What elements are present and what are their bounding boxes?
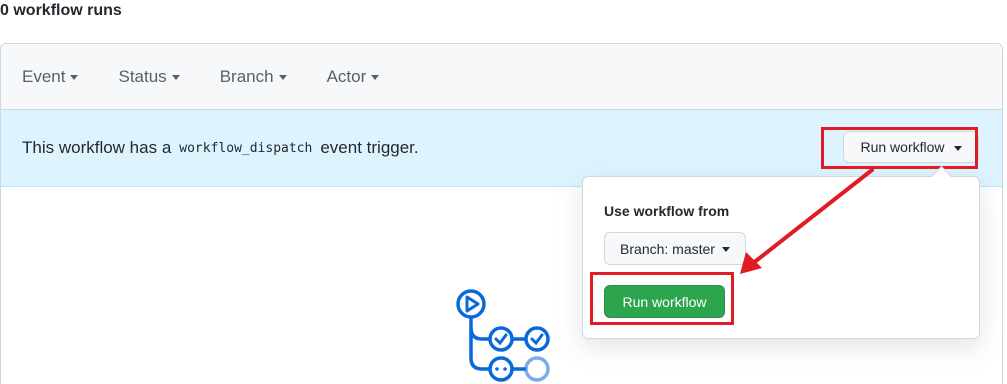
triangle-down-icon: [721, 247, 730, 252]
triangle-down-icon: [171, 75, 180, 80]
filter-actor[interactable]: Actor: [327, 67, 380, 87]
filter-status-label: Status: [118, 66, 167, 86]
dispatch-message: This workflow has a workflow_dispatch ev…: [22, 138, 419, 158]
filter-bar: Event Status Branch Actor: [1, 44, 1002, 110]
use-workflow-from-label: Use workflow from: [604, 203, 730, 219]
branch-select-button[interactable]: Branch: master: [604, 232, 746, 265]
triangle-down-icon: [70, 75, 79, 80]
filter-branch-label: Branch: [219, 66, 274, 86]
actions-page: 0 workflow runs Event Status Branch Acto…: [0, 0, 1007, 384]
filter-actor-label: Actor: [326, 66, 367, 86]
triangle-down-icon: [278, 75, 287, 80]
triangle-down-icon: [371, 75, 380, 80]
workflow-runs-count: 0 workflow runs: [0, 2, 122, 19]
filter-event[interactable]: Event: [22, 66, 79, 87]
dispatch-text-before: This workflow has a: [22, 138, 172, 157]
filter-event-label: Event: [22, 66, 66, 86]
dispatch-event-code: workflow_dispatch: [179, 140, 313, 156]
branch-select-label: Branch: master: [620, 240, 715, 257]
annotation-highlight-submit-button: [590, 272, 734, 325]
dispatch-text-after: event trigger.: [320, 138, 419, 157]
filter-branch[interactable]: Branch: [220, 67, 287, 87]
annotation-highlight-run-button: [821, 127, 978, 169]
filter-status[interactable]: Status: [118, 66, 180, 87]
actions-workflow-icon: [456, 289, 550, 382]
